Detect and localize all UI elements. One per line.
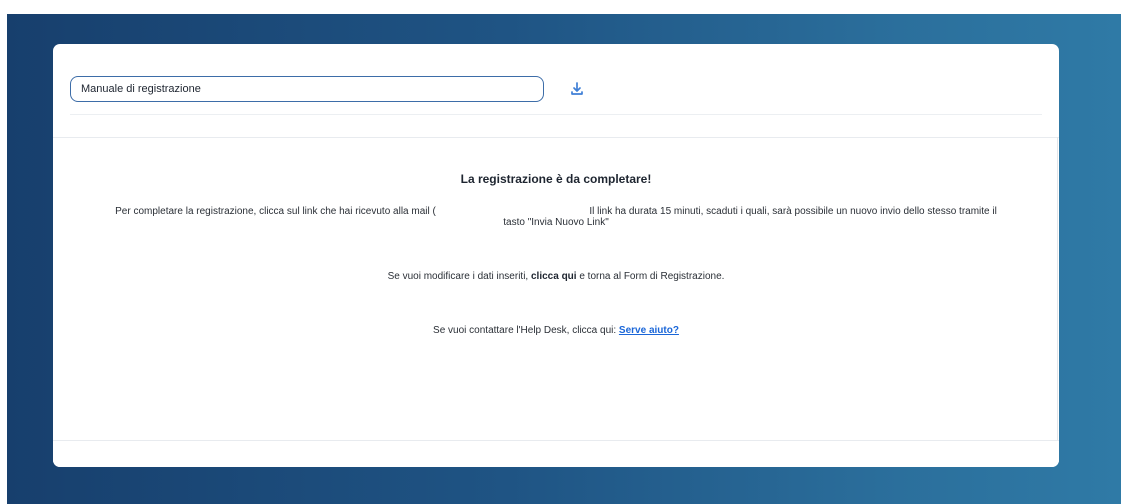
help-link[interactable]: Serve aiuto? <box>619 325 679 336</box>
card-footer <box>53 440 1059 467</box>
message-title: La registrazione è da completare! <box>460 172 652 186</box>
manual-toolbar: Manuale di registrazione <box>53 44 1059 138</box>
instruction-text: Per completare la registrazione, clicca … <box>113 206 999 228</box>
redacted-email <box>438 206 587 216</box>
download-icon[interactable] <box>569 81 585 97</box>
help-text: Se vuoi contattare l'Help Desk, clicca q… <box>433 325 617 336</box>
message-section: La registrazione è da completare! Per co… <box>53 137 1058 440</box>
toolbar-divider <box>70 114 1042 115</box>
modify-before: Se vuoi modificare i dati inseriti, <box>387 271 529 282</box>
instruction-before-mail: Per completare la registrazione, clicca … <box>115 206 436 217</box>
modify-data-text: Se vuoi modificare i dati inseriti, clic… <box>53 271 1059 282</box>
modify-link[interactable]: clicca qui <box>531 271 577 282</box>
manual-selector[interactable]: Manuale di registrazione <box>70 76 544 102</box>
registration-card: Manuale di registrazione La registrazion… <box>53 44 1059 467</box>
modify-after: e torna al Form di Registrazione. <box>579 271 725 282</box>
help-desk-text: Se vuoi contattare l'Help Desk, clicca q… <box>53 325 1059 336</box>
